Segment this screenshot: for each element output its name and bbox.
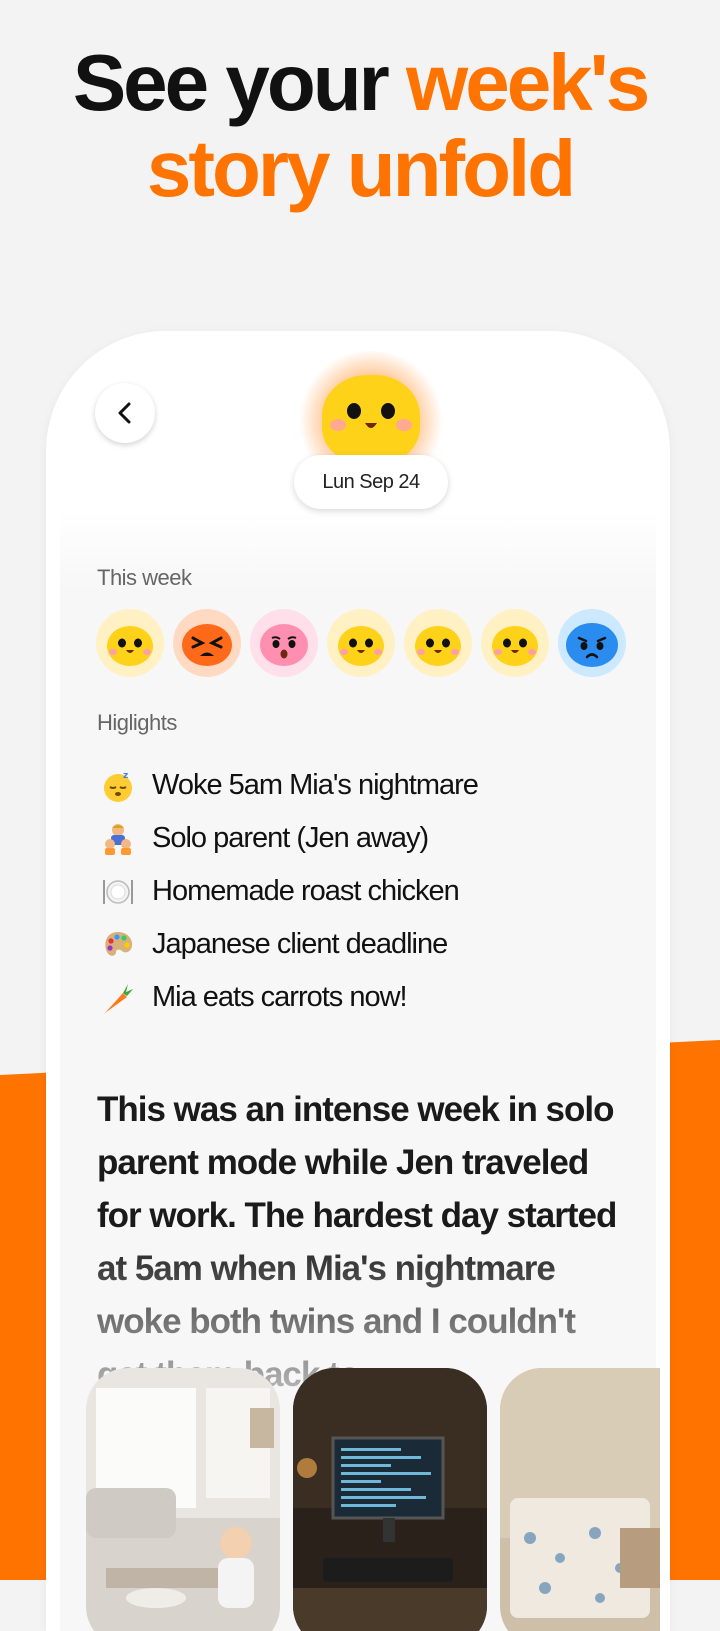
phone-frame: Lun Sep 24 This week Higlights z Woke 5a…	[46, 331, 670, 1631]
day-mood-1[interactable]	[96, 607, 164, 679]
day-mood-2[interactable]	[173, 607, 241, 679]
highlight-text: Japanese client deadline	[152, 928, 448, 960]
headline: See your week's story unfold	[0, 40, 720, 212]
sad-face-icon	[558, 609, 626, 677]
headline-plain: See your	[72, 38, 406, 127]
chevron-left-icon	[118, 402, 131, 424]
kids-bedroom-photo[interactable]	[500, 1368, 660, 1631]
happy-face-icon	[96, 609, 164, 677]
back-button[interactable]	[95, 383, 155, 443]
day-mood-6[interactable]	[481, 607, 549, 679]
palette-icon	[100, 927, 136, 963]
day-mood-5[interactable]	[404, 607, 472, 679]
highlights-label: Higlights	[97, 710, 177, 735]
happy-face-icon	[327, 609, 395, 677]
surprised-face-icon	[250, 609, 318, 677]
highlight-text: Woke 5am Mia's nightmare	[152, 769, 479, 801]
story-fade-overlay	[60, 1231, 656, 1391]
computer-desk-photo[interactable]	[293, 1368, 487, 1631]
list-item: Mia eats carrots now!	[100, 971, 478, 1024]
list-item: z Woke 5am Mia's nightmare	[100, 759, 479, 812]
day-mood-4[interactable]	[327, 607, 395, 679]
happy-blob-icon	[322, 375, 420, 463]
happy-face-icon	[404, 609, 472, 677]
week-mood-row	[96, 607, 626, 679]
list-item: Japanese client deadline	[100, 918, 478, 971]
highlight-text: Mia eats carrots now!	[152, 981, 408, 1013]
family-icon	[100, 821, 136, 857]
highlights-list: z Woke 5am Mia's nightmare Solo parent (…	[100, 759, 479, 1024]
svg-text:z: z	[123, 771, 128, 781]
living-room-photo[interactable]	[86, 1368, 280, 1631]
list-item: Homemade roast chicken	[100, 865, 478, 918]
list-item: Solo parent (Jen away)	[100, 812, 478, 865]
headline-accent-2: story unfold	[146, 124, 576, 213]
highlight-text: Solo parent (Jen away)	[152, 822, 429, 854]
highlight-text: Homemade roast chicken	[152, 875, 460, 907]
happy-face-icon	[481, 609, 549, 677]
headline-accent-1: week's	[405, 38, 650, 127]
angry-face-icon	[173, 609, 241, 677]
day-mood-7[interactable]	[558, 607, 626, 679]
date-pill[interactable]: Lun Sep 24	[294, 455, 448, 509]
day-mood-3[interactable]	[250, 607, 318, 679]
plate-icon	[100, 874, 136, 910]
this-week-label: This week	[97, 565, 192, 590]
carrot-icon	[100, 980, 136, 1016]
sleeping-face-icon: z	[100, 768, 136, 804]
phone-screen: Lun Sep 24 This week Higlights z Woke 5a…	[60, 331, 660, 1631]
